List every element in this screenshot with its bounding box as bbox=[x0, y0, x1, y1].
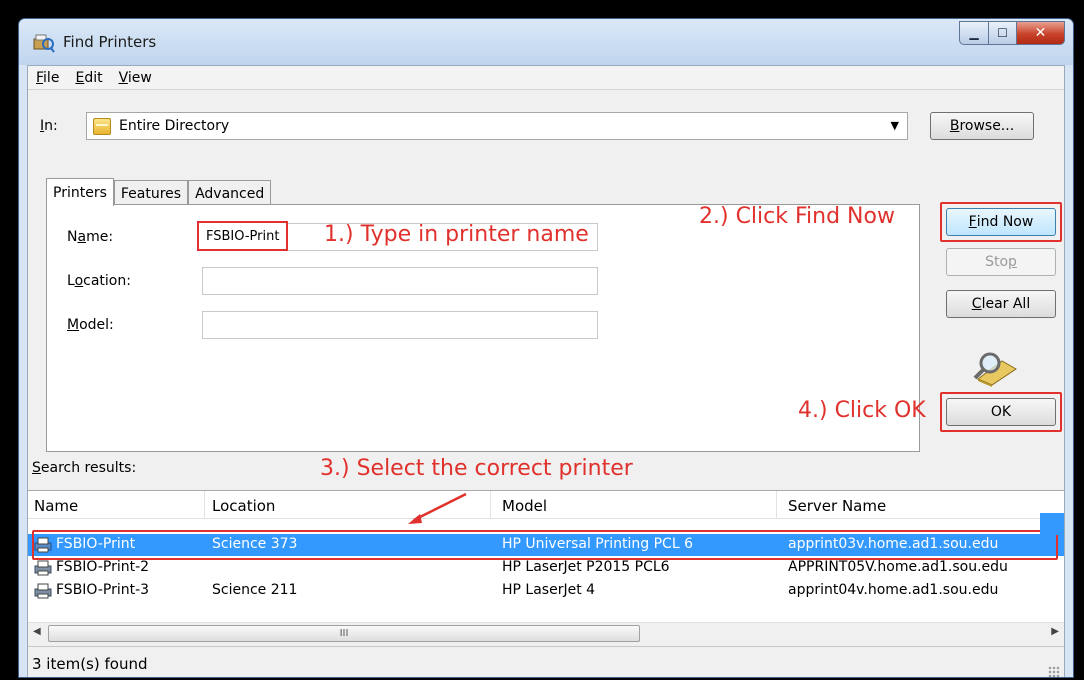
in-scope-dropdown[interactable]: Entire Directory ▼ bbox=[86, 112, 908, 140]
column-name[interactable]: Name bbox=[34, 497, 78, 515]
name-label: Name: bbox=[67, 229, 114, 245]
stop-button[interactable]: Sto p bbox=[946, 248, 1056, 276]
scroll-thumb[interactable]: III bbox=[48, 625, 640, 642]
search-results-label: Search results: bbox=[32, 460, 137, 476]
maximize-button[interactable]: ☐ bbox=[989, 21, 1017, 45]
column-server-name[interactable]: Server Name bbox=[788, 497, 886, 515]
menu-edit[interactable]: Edit bbox=[75, 70, 102, 86]
cell-server: apprint04v.home.ad1.sou.edu bbox=[788, 582, 999, 598]
model-label: Model: bbox=[67, 317, 114, 333]
status-text: 3 item(s) found bbox=[32, 655, 148, 673]
name-field-value: FSBIO-Print bbox=[197, 221, 289, 251]
search-scope-row: In: Entire Directory ▼ Browse... bbox=[28, 110, 1064, 144]
menu-file[interactable]: File bbox=[36, 70, 59, 86]
menu-bar: File Edit View bbox=[28, 66, 1064, 90]
tab-features[interactable]: Features bbox=[113, 180, 189, 206]
annotation-step1: 1.) Type in printer name bbox=[324, 222, 589, 247]
menu-view[interactable]: View bbox=[119, 70, 152, 86]
column-separator[interactable] bbox=[204, 491, 205, 519]
find-printers-icon bbox=[33, 34, 55, 53]
results-list-header: Name Location Model Server Name bbox=[28, 491, 1064, 519]
folder-icon bbox=[93, 118, 111, 135]
column-location[interactable]: Location bbox=[212, 497, 275, 515]
tab-strip: Printers Features Advanced bbox=[46, 178, 272, 206]
minimize-button[interactable]: ▁ bbox=[959, 21, 989, 45]
scroll-thumb-grip: III bbox=[339, 628, 349, 639]
scroll-right-icon[interactable]: ▶ bbox=[1051, 626, 1059, 637]
find-now-highlight bbox=[940, 202, 1062, 242]
annotation-step3: 3.) Select the correct printer bbox=[320, 456, 633, 481]
browse-button[interactable]: Browse... bbox=[930, 112, 1034, 140]
dialog-client-area: File Edit View In: Entire Directory ▼ Br… bbox=[27, 65, 1065, 677]
tab-advanced[interactable]: Advanced bbox=[188, 180, 272, 206]
title-bar[interactable]: Find Printers ▁ ☐ ✕ bbox=[19, 19, 1073, 65]
ok-highlight bbox=[940, 392, 1062, 432]
cell-server: APPRINT05V.home.ad1.sou.edu bbox=[788, 559, 1008, 575]
in-label: In: bbox=[40, 118, 58, 134]
status-bar: 3 item(s) found bbox=[28, 646, 1064, 677]
close-icon: ✕ bbox=[1034, 25, 1047, 41]
horizontal-scrollbar[interactable]: ◀ III ▶ bbox=[28, 622, 1064, 644]
model-field[interactable] bbox=[202, 311, 598, 339]
cell-model: HP LaserJet 4 bbox=[502, 582, 596, 598]
cell-location: Science 211 bbox=[212, 582, 298, 598]
search-printer-icon bbox=[973, 352, 1017, 387]
find-printers-window: Find Printers ▁ ☐ ✕ File Edit View In: E… bbox=[18, 18, 1074, 678]
location-field[interactable] bbox=[202, 267, 598, 295]
selected-row-highlight bbox=[32, 530, 1058, 560]
printer-icon bbox=[34, 560, 52, 576]
column-separator[interactable] bbox=[490, 491, 491, 519]
annotation-step2: 2.) Click Find Now bbox=[699, 204, 895, 229]
table-row[interactable]: FSBIO-Print-2 HP LaserJet P2015 PCL6 APP… bbox=[28, 557, 1064, 579]
column-model[interactable]: Model bbox=[502, 497, 547, 515]
search-results-list[interactable]: Name Location Model Server Name FSBIO-Pr… bbox=[28, 490, 1064, 636]
cell-name: FSBIO-Print-2 bbox=[56, 559, 150, 575]
window-title: Find Printers bbox=[63, 33, 157, 51]
scroll-left-icon[interactable]: ◀ bbox=[33, 626, 41, 637]
selected-row-overflow bbox=[1040, 513, 1064, 535]
close-button[interactable]: ✕ bbox=[1017, 21, 1065, 45]
table-row[interactable]: FSBIO-Print-3 Science 211 HP LaserJet 4 … bbox=[28, 580, 1064, 602]
clear-all-button[interactable]: Clear All bbox=[946, 290, 1056, 318]
annotation-arrow-icon bbox=[408, 492, 467, 524]
resize-grip-icon[interactable] bbox=[1048, 666, 1060, 677]
annotation-step4: 4.) Click OK bbox=[798, 398, 926, 423]
caption-buttons: ▁ ☐ ✕ bbox=[959, 21, 1065, 45]
tab-printers[interactable]: Printers bbox=[46, 178, 114, 206]
minimize-icon: ▁ bbox=[969, 26, 979, 40]
location-label: Location: bbox=[67, 273, 131, 289]
column-separator[interactable] bbox=[776, 491, 777, 519]
in-scope-value: Entire Directory bbox=[119, 118, 230, 134]
chevron-down-icon: ▼ bbox=[890, 119, 899, 132]
cell-model: HP LaserJet P2015 PCL6 bbox=[502, 559, 670, 575]
cell-name: FSBIO-Print-3 bbox=[56, 582, 150, 598]
printer-icon bbox=[34, 583, 52, 599]
maximize-icon: ☐ bbox=[997, 26, 1008, 40]
